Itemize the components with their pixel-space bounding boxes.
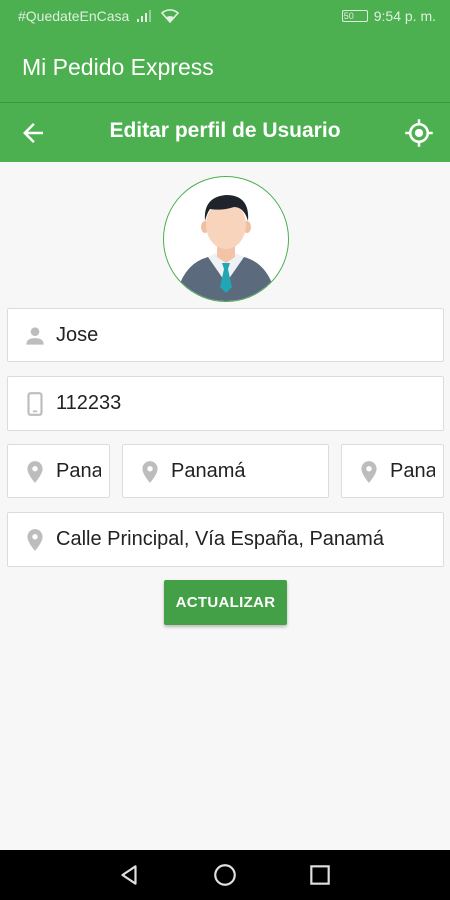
user-avatar-icon [178,195,274,301]
district-field[interactable] [341,444,444,498]
battery-icon: 50 [341,10,368,22]
system-nav-bar [0,850,450,900]
location-pin-icon [27,461,43,483]
city-field[interactable] [122,444,329,498]
location-pin-icon [142,461,158,483]
signal-icon [137,10,152,22]
province-input[interactable] [56,445,101,497]
name-input[interactable] [56,309,426,361]
toolbar: Editar perfil de Usuario [0,103,450,162]
name-field[interactable] [7,308,444,362]
phone-input[interactable] [56,377,426,430]
page-title: Editar perfil de Usuario [109,119,341,142]
update-button[interactable]: ACTUALIZAR [164,580,287,625]
carrier-text: #QuedateEnCasa [18,8,130,24]
location-pin-icon [27,529,43,551]
my-location-icon[interactable] [404,118,434,148]
person-icon [26,327,44,345]
smartphone-icon [27,392,43,416]
battery-level: 50 [343,11,354,21]
app-bar: Mi Pedido Express [0,32,450,102]
status-bar: #QuedateEnCasa 50 9:54 p. m. [0,0,450,32]
app-title: Mi Pedido Express [22,54,214,80]
phone-field[interactable] [7,376,444,431]
nav-back-icon[interactable] [116,862,142,888]
wifi-icon [161,9,180,23]
city-input[interactable] [171,445,316,497]
clock: 9:54 p. m. [373,8,436,24]
nav-home-icon[interactable] [212,862,238,888]
address-field[interactable] [7,512,444,567]
location-pin-icon [361,461,377,483]
address-input[interactable] [56,513,434,566]
profile-avatar[interactable] [163,176,289,302]
district-input[interactable] [390,445,435,497]
nav-recents-icon[interactable] [307,862,333,888]
province-field[interactable] [7,444,110,498]
